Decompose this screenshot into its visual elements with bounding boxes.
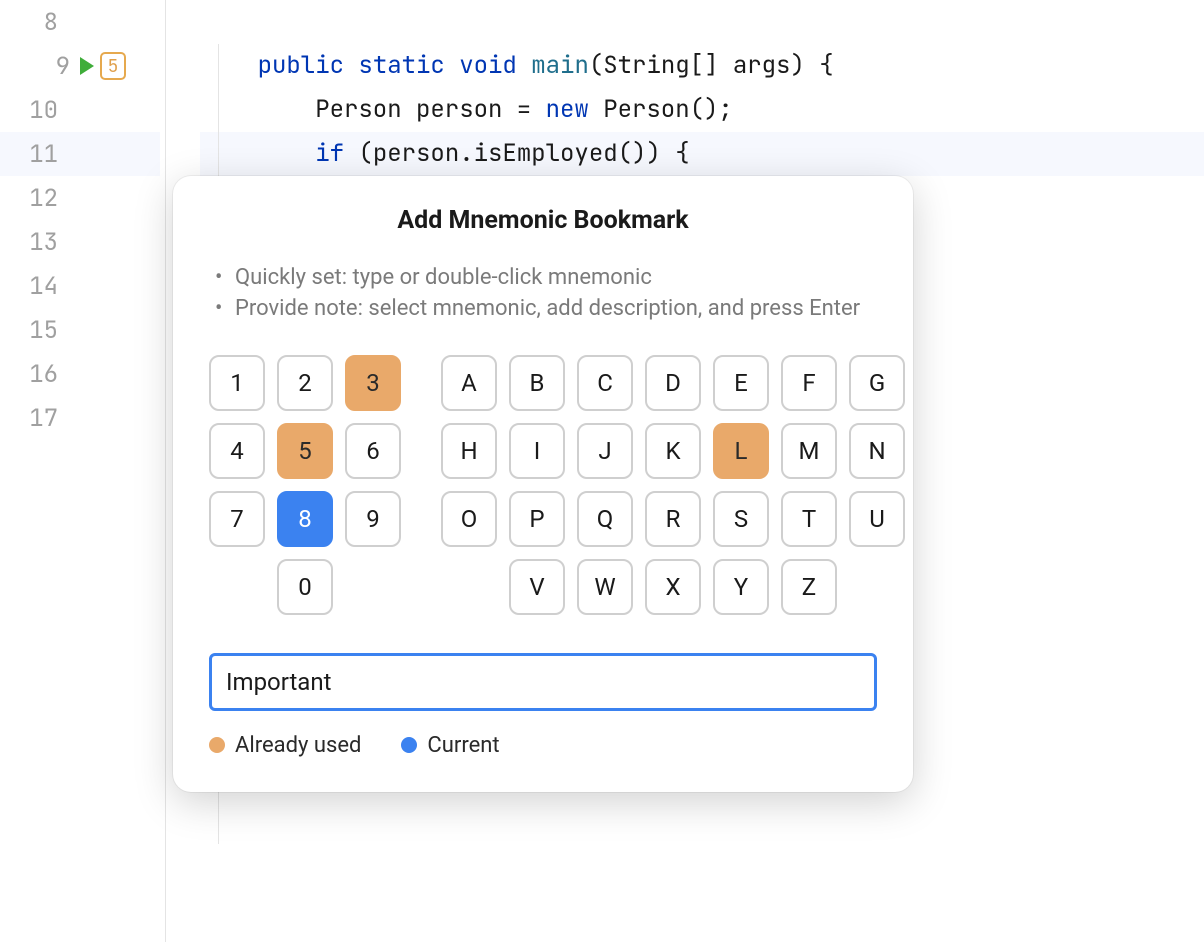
gutter-line[interactable]: 17 [0,396,160,440]
code-token [517,50,531,81]
line-number: 9 [20,51,70,82]
mnemonic-key-t[interactable]: T [781,491,837,547]
mnemonic-key-p[interactable]: P [509,491,565,547]
mnemonic-key-7[interactable]: 7 [209,491,265,547]
code-token: new [546,94,589,125]
mnemonic-key-1[interactable]: 1 [209,355,265,411]
mnemonic-key-o[interactable]: O [441,491,497,547]
legend-current: Current [401,733,499,758]
code-token: if [315,138,344,169]
mnemonic-key-b[interactable]: B [509,355,565,411]
legend-dot-used [209,737,225,753]
mnemonic-key-k[interactable]: K [645,423,701,479]
gutter-line[interactable]: 95 [0,44,160,88]
bookmark-badge[interactable]: 5 [100,52,126,80]
line-number: 15 [8,315,58,346]
gutter-line[interactable]: 12 [0,176,160,220]
mnemonic-key-i[interactable]: I [509,423,565,479]
mnemonic-key-5[interactable]: 5 [277,423,333,479]
mnemonic-key-q[interactable]: Q [577,491,633,547]
mnemonic-key-g[interactable]: G [849,355,905,411]
code-line[interactable]: public static void main(String[] args) { [200,44,1204,88]
mnemonic-key-m[interactable]: M [781,423,837,479]
line-number: 13 [8,227,58,258]
code-token: (person.isEmployed()) { [344,138,690,169]
popup-instructions: Quickly set: type or double-click mnemon… [209,263,877,325]
code-token: static [358,50,444,81]
code-line[interactable] [200,0,1204,44]
mnemonic-key-z[interactable]: Z [781,559,837,615]
mnemonic-key-d[interactable]: D [645,355,701,411]
gutter-line[interactable]: 14 [0,264,160,308]
gutter-line[interactable]: 10 [0,88,160,132]
gutter-line[interactable]: 8 [0,0,160,44]
code-token: void [459,50,517,81]
mnemonic-key-a[interactable]: A [441,355,497,411]
gutter-line[interactable]: 16 [0,352,160,396]
mnemonic-key-2[interactable]: 2 [277,355,333,411]
code-editor: 8951011121314151617 public static void m… [0,0,1204,942]
legend-used: Already used [209,733,361,758]
alpha-keys: ABCDEFG HIJKLMN OPQRSTU VWXYZ [441,355,905,615]
gutter-line[interactable]: 13 [0,220,160,264]
mnemonic-key-h[interactable]: H [441,423,497,479]
mnemonic-key-y[interactable]: Y [713,559,769,615]
mnemonic-key-u[interactable]: U [849,491,905,547]
mnemonic-key-j[interactable]: J [577,423,633,479]
legend-current-label: Current [427,733,499,758]
gutter: 8951011121314151617 [0,0,168,942]
mnemonic-key-r[interactable]: R [645,491,701,547]
instruction-item: Provide note: select mnemonic, add descr… [209,294,877,325]
description-input[interactable] [209,653,877,711]
mnemonic-key-9[interactable]: 9 [345,491,401,547]
line-number: 12 [8,183,58,214]
line-number: 16 [8,359,58,390]
line-number: 11 [8,139,58,170]
mnemonic-bookmark-popup: Add Mnemonic Bookmark Quickly set: type … [173,176,913,792]
instruction-item: Quickly set: type or double-click mnemon… [209,263,877,294]
code-line[interactable]: if (person.isEmployed()) { [200,132,1204,176]
code-token: Person person = [315,94,545,125]
mnemonic-key-x[interactable]: X [645,559,701,615]
mnemonic-key-0[interactable]: 0 [277,559,333,615]
mnemonic-key-f[interactable]: F [781,355,837,411]
mnemonic-key-w[interactable]: W [577,559,633,615]
mnemonic-key-8[interactable]: 8 [277,491,333,547]
code-line[interactable]: Person person = new Person(); [200,88,1204,132]
legend-used-label: Already used [235,733,361,758]
legend: Already used Current [209,733,877,758]
mnemonic-key-v[interactable]: V [509,559,565,615]
legend-dot-current [401,737,417,753]
line-number: 10 [8,95,58,126]
gutter-line[interactable]: 15 [0,308,160,352]
line-number: 8 [8,7,58,38]
gutter-line[interactable]: 11 [0,132,160,176]
mnemonic-keys: 1234567890 ABCDEFGHIJKLMNOPQRSTUVWXYZ [209,355,877,615]
code-token: (String[] args) { [589,50,834,81]
line-number: 17 [8,403,58,434]
mnemonic-key-3[interactable]: 3 [345,355,401,411]
gutter-divider [165,0,166,942]
mnemonic-key-l[interactable]: L [713,423,769,479]
code-token: public [258,50,344,81]
code-token: Person(); [589,94,733,125]
mnemonic-key-4[interactable]: 4 [209,423,265,479]
numeric-keys: 123 456 7890 [209,355,401,615]
mnemonic-key-6[interactable]: 6 [345,423,401,479]
code-token [445,50,459,81]
line-number: 14 [8,271,58,302]
code-token [344,50,358,81]
mnemonic-key-n[interactable]: N [849,423,905,479]
popup-title: Add Mnemonic Bookmark [209,206,877,235]
mnemonic-key-s[interactable]: S [713,491,769,547]
code-token: main [531,50,589,81]
mnemonic-key-c[interactable]: C [577,355,633,411]
mnemonic-key-e[interactable]: E [713,355,769,411]
run-icon[interactable] [80,57,94,75]
